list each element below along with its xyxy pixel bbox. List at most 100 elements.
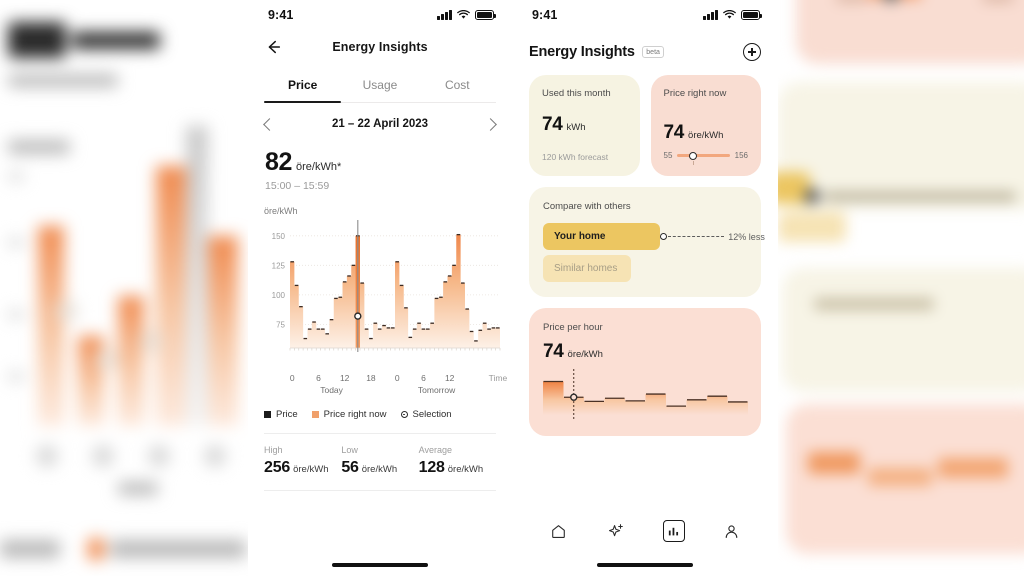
stat-high-value: 256: [264, 459, 291, 476]
used-value: 74: [542, 114, 563, 135]
slider-max-label: 156: [734, 151, 748, 160]
pph-label: Price per hour: [543, 322, 603, 333]
page-title: Energy Insights: [332, 40, 428, 54]
price-now-unit: öre/kWh: [688, 130, 724, 141]
stat-average-unit: öre/kWh: [447, 464, 484, 475]
right-phone-screen: 9:41 Energy Insights beta Used this mont…: [512, 0, 778, 576]
compare-dashed-line: [668, 236, 725, 237]
price-now-label: Price right now: [663, 88, 727, 99]
tab-active-indicator: [264, 100, 342, 103]
chart-x-tick: Time: [488, 373, 508, 383]
price-chart[interactable]: öre/kWh 75 100 125 150 0 6 12 18 0 6 12 Time Today T…: [262, 206, 507, 397]
card-compare-with-others[interactable]: Compare with others Your home Similar ho…: [529, 187, 765, 297]
right-page-title: Energy Insights: [529, 44, 635, 60]
compare-annotation: 12% less: [660, 232, 765, 242]
card-used-this-month[interactable]: Used this month 74 kWh 120 kWh forecast: [529, 75, 640, 176]
tab-usage[interactable]: Usage: [341, 78, 418, 103]
tab-cost[interactable]: Cost: [419, 78, 496, 103]
status-bar-icons-right: [703, 10, 762, 20]
home-indicator-right: [597, 563, 693, 567]
legend-item-price: Price: [264, 409, 298, 420]
bar-chart-icon[interactable]: [662, 520, 685, 542]
plus-circle-icon[interactable]: [743, 43, 761, 61]
compare-bar-your-home[interactable]: Your home: [543, 223, 661, 250]
chart-x-tick: 12: [444, 373, 455, 383]
chart-x-tick: 0: [289, 373, 295, 383]
compare-percent-label: 12% less: [728, 231, 765, 242]
stat-low-value: 56: [341, 459, 359, 476]
date-range-label: 21 – 22 April 2023: [331, 118, 429, 130]
slider-min-label: 55: [663, 151, 673, 160]
battery-icon: [741, 10, 762, 20]
summary-cards-row: Used this month 74 kWh 120 kWh forecast …: [512, 61, 778, 176]
blurred-right-screen: [778, 0, 1024, 576]
pph-value: 74: [543, 341, 564, 362]
chart-x-tick: 12: [339, 373, 350, 383]
card-price-right-now[interactable]: Price right now 74 öre/kWh 55 156: [650, 75, 761, 176]
stat-low-label: Low: [341, 445, 358, 455]
price-range-slider[interactable]: 55 156: [663, 151, 748, 165]
chart-day-label: Tomorrow: [417, 385, 456, 395]
stat-average-value: 128: [418, 459, 445, 476]
ring-marker-icon: [400, 411, 408, 418]
slider-knob[interactable]: [689, 151, 698, 160]
date-selector: 21 – 22 April 2023: [263, 117, 497, 131]
svg-text:75: 75: [276, 320, 285, 329]
svg-text:125: 125: [272, 261, 286, 270]
black-square-icon: [264, 411, 271, 418]
headline-time-range: 15:00 – 15:59: [265, 180, 330, 192]
beta-badge: beta: [641, 46, 665, 58]
slider-tick: [693, 161, 695, 165]
home-icon[interactable]: [548, 520, 570, 542]
chart-canvas[interactable]: 75 100 125 150: [262, 216, 504, 366]
legend-item-selection: Selection: [400, 409, 452, 420]
status-bar-right: 9:41: [512, 0, 778, 30]
legend-label-price-now: Price right now: [323, 409, 387, 420]
orange-square-icon: [311, 411, 319, 418]
stats-row: High 256 öre/kWh Low 56 öre/kWh Average …: [264, 445, 496, 477]
date-prev-button[interactable]: [263, 117, 276, 131]
person-icon[interactable]: [720, 520, 742, 542]
date-next-button[interactable]: [484, 117, 497, 131]
legend-label-price: Price: [276, 409, 298, 420]
wifi-icon: [457, 10, 470, 19]
stat-low-unit: öre/kWh: [361, 464, 398, 475]
chart-x-tick: 6: [316, 373, 321, 383]
card-price-per-hour[interactable]: Price per hour 74 öre/kWh: [529, 308, 761, 436]
headline-price-unit: öre/kWh*: [296, 161, 342, 173]
cellular-signal-icon: [703, 10, 718, 20]
legend-label-selection: Selection: [412, 409, 452, 420]
screenshot-stage: 9:41 Energy Insights Price Usage Cost 21…: [0, 0, 1024, 576]
tab-bar: Price Usage Cost: [264, 78, 496, 103]
chart-x-tick: 18: [366, 373, 376, 383]
compare-bar-similar-homes[interactable]: Similar homes: [543, 255, 631, 282]
divider-top: [264, 433, 496, 434]
status-bar-icons: [437, 10, 496, 20]
status-bar: 9:41: [248, 0, 512, 30]
compare-bars: Your home Similar homes 12% less: [543, 223, 765, 282]
status-bar-time-right: 9:41: [532, 8, 558, 22]
blurred-left-screen: [0, 0, 248, 576]
tab-price[interactable]: Price: [264, 78, 341, 103]
chart-y-axis-unit: öre/kWh: [264, 206, 298, 216]
nav-bar: Energy Insights: [248, 30, 512, 64]
status-bar-time: 9:41: [268, 8, 294, 22]
sparkle-icon[interactable]: [605, 520, 627, 542]
chart-x-tick: 0: [394, 373, 400, 383]
used-forecast: 120 kWh forecast: [542, 152, 609, 162]
stat-low: Low 56 öre/kWh: [341, 445, 418, 477]
stat-high-label: High: [264, 445, 283, 455]
right-header: Energy Insights beta: [512, 30, 778, 61]
pph-mini-chart[interactable]: [543, 367, 748, 421]
used-label: Used this month: [542, 88, 611, 99]
stat-high: High 256 öre/kWh: [264, 445, 341, 477]
middle-phone-screen: 9:41 Energy Insights Price Usage Cost 21…: [248, 0, 512, 576]
pph-unit: öre/kWh: [567, 349, 603, 360]
stat-average: Average 128 öre/kWh: [419, 445, 496, 477]
slider-track[interactable]: [677, 151, 730, 165]
stat-high-unit: öre/kWh: [293, 464, 329, 475]
chart-x-tick: 6: [421, 373, 426, 383]
used-unit: kWh: [566, 122, 586, 133]
chart-x-axis: 0 6 12 18 0 6 12 Time Today Tomorrow: [262, 371, 507, 397]
wifi-icon: [723, 10, 736, 19]
